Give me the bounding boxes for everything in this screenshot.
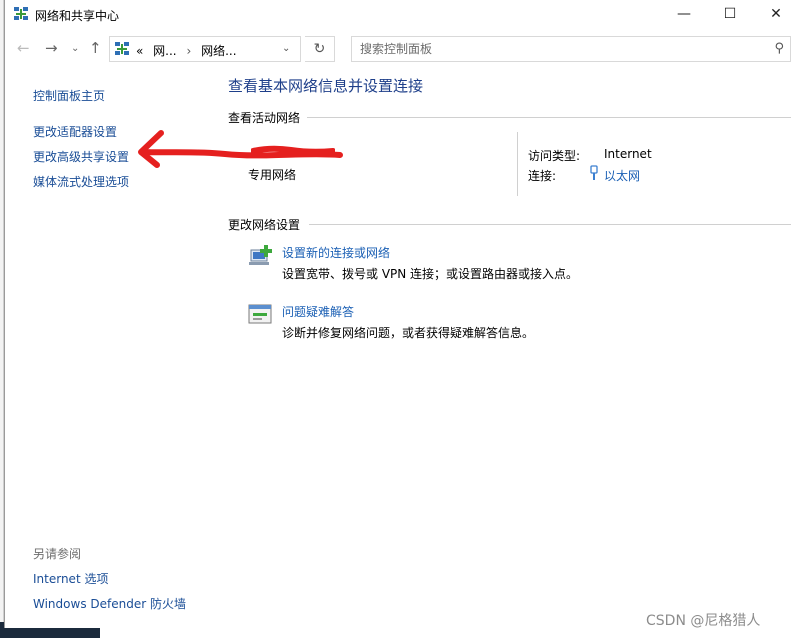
up-button[interactable]: ↑ [89, 39, 102, 57]
search-box[interactable]: ⚲ [351, 36, 791, 62]
window-title: 网络和共享中心 [35, 9, 120, 23]
see-also-heading: 另请参阅 [33, 547, 82, 561]
maximize-button[interactable]: ☐ [707, 0, 753, 28]
network-icon [115, 42, 129, 55]
minimize-button[interactable]: — [661, 0, 707, 28]
sidebar-item-control-panel-home[interactable]: 控制面板主页 [33, 87, 105, 104]
address-dropdown-icon[interactable]: ⌄ [282, 43, 290, 54]
connection-label: 连接: [528, 169, 557, 183]
address-bar[interactable]: « 网... › 网络... ⌄ [109, 36, 301, 62]
navigation-bar: ← → ⌄ ↑ « 网... › 网络... ⌄ ↻ ⚲ [5, 32, 797, 66]
annotation-arrow [138, 130, 343, 168]
divider [309, 224, 791, 225]
page-title: 查看基本网络信息并设置连接 [228, 77, 424, 95]
close-button[interactable]: ✕ [753, 0, 797, 28]
troubleshoot-icon [248, 304, 272, 324]
access-type-label: 访问类型: [528, 149, 581, 163]
title-bar: 网络和共享中心 — ☐ ✕ [5, 0, 797, 28]
watermark: CSDN @尼格猎人 [646, 613, 761, 629]
recent-locations-button[interactable]: ⌄ [71, 43, 79, 54]
breadcrumb-item-1[interactable]: 网... [153, 44, 176, 58]
access-type-value: Internet [604, 147, 652, 161]
setup-new-connection-desc: 设置宽带、拨号或 VPN 连接；或设置路由器或接入点。 [282, 267, 579, 281]
search-input[interactable] [360, 41, 760, 57]
breadcrumb-item-2[interactable]: 网络... [201, 44, 236, 58]
section-change-settings: 更改网络设置 [228, 218, 301, 232]
ethernet-link[interactable]: 以太网 [604, 167, 640, 184]
new-connection-icon [249, 245, 272, 265]
sidebar-item-change-advanced-sharing[interactable]: 更改高级共享设置 [33, 148, 129, 165]
troubleshoot-desc: 诊断并修复网络问题，或者获得疑难解答信息。 [282, 326, 535, 340]
divider [307, 117, 791, 118]
search-icon[interactable]: ⚲ [774, 41, 784, 56]
refresh-button[interactable]: ↻ [305, 36, 335, 62]
ethernet-icon [590, 165, 598, 180]
network-sharing-center-window: 网络和共享中心 — ☐ ✕ ← → ⌄ ↑ « 网... › 网络... ⌄ ↻… [4, 0, 797, 628]
sidebar-item-media-streaming[interactable]: 媒体流式处理选项 [33, 173, 129, 190]
breadcrumb: « 网... › 网络... [136, 42, 237, 59]
breadcrumb-overflow[interactable]: « [136, 44, 143, 58]
troubleshoot-link[interactable]: 问题疑难解答 [282, 303, 354, 320]
back-button[interactable]: ← [17, 39, 30, 57]
network-icon [14, 7, 28, 20]
divider [517, 132, 518, 196]
breadcrumb-separator[interactable]: › [186, 44, 191, 58]
setup-new-connection-link[interactable]: 设置新的连接或网络 [282, 244, 390, 261]
section-active-networks: 查看活动网络 [228, 111, 301, 125]
forward-button[interactable]: → [45, 39, 58, 57]
sidebar-item-defender-firewall[interactable]: Windows Defender 防火墙 [33, 595, 186, 612]
sidebar-item-change-adapter-settings[interactable]: 更改适配器设置 [33, 123, 117, 140]
sidebar-item-internet-options[interactable]: Internet 选项 [33, 570, 108, 587]
